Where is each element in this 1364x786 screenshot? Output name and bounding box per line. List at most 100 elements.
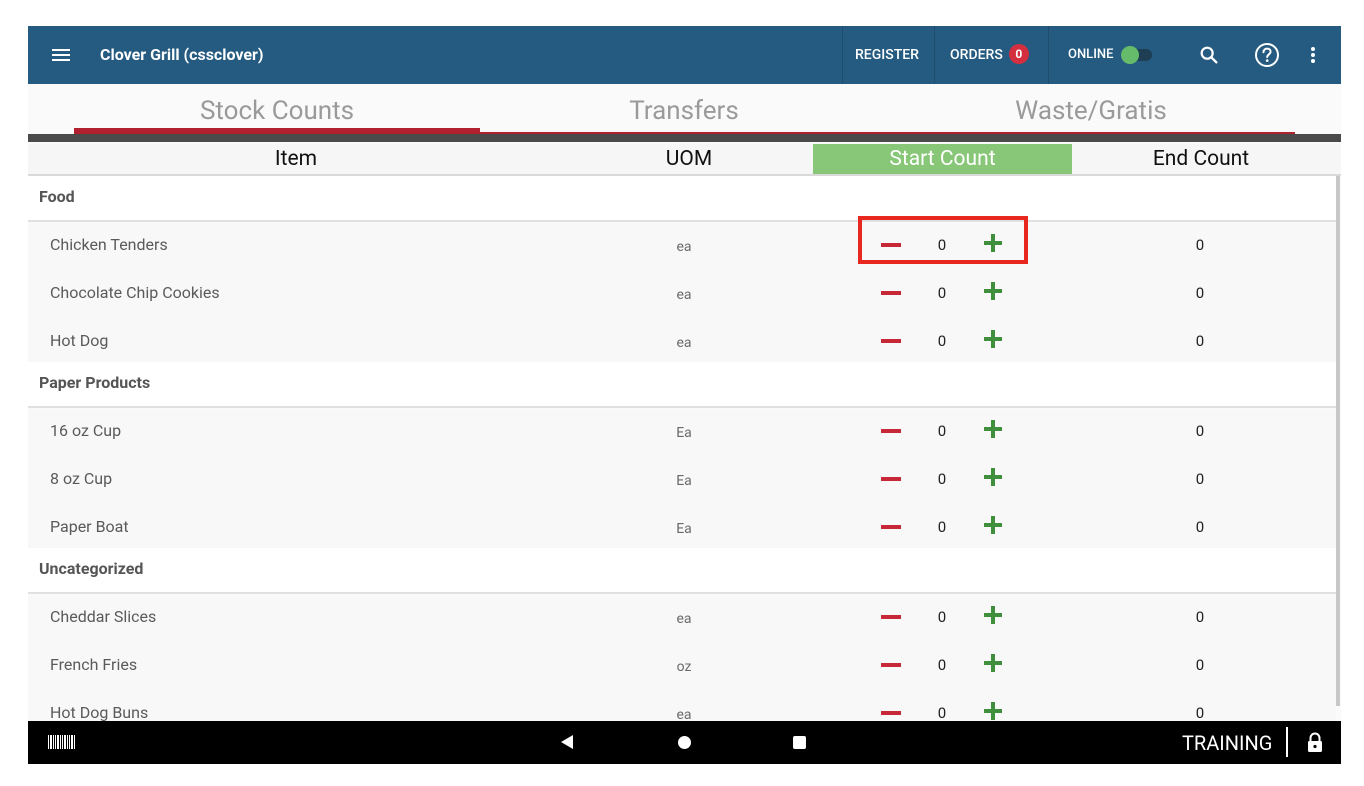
table-row: Paper Boat Ea 0 0 xyxy=(28,505,1336,553)
tab-transfers[interactable]: Transfers xyxy=(481,84,887,136)
section-title: Food xyxy=(39,187,75,206)
item-uom: ea xyxy=(676,707,692,721)
item-name: Cheddar Slices xyxy=(50,607,157,626)
system-nav-bar: TRAINING xyxy=(28,721,1341,764)
minus-icon[interactable] xyxy=(881,421,901,441)
minus-icon[interactable] xyxy=(881,607,901,627)
section-header-food: Food xyxy=(28,176,1336,222)
start-count-value[interactable]: 0 xyxy=(922,643,962,687)
divider xyxy=(1286,727,1288,757)
divider xyxy=(934,26,935,84)
start-count-value[interactable]: 0 xyxy=(922,223,962,267)
table-row: 8 oz Cup Ea 0 0 xyxy=(28,457,1336,505)
start-count-value[interactable]: 0 xyxy=(922,319,962,363)
menu-icon[interactable] xyxy=(52,49,70,62)
table-row: Chicken Tenders ea 0 0 xyxy=(28,223,1336,271)
orders-count-badge: 0 xyxy=(1008,44,1029,64)
item-name: Hot Dog Buns xyxy=(50,703,149,721)
table-row: 16 oz Cup Ea 0 0 xyxy=(28,409,1336,457)
plus-icon[interactable] xyxy=(984,234,1002,252)
item-uom: Ea xyxy=(676,425,692,441)
table-row: Chocolate Chip Cookies ea 0 0 xyxy=(28,271,1336,319)
item-name: Paper Boat xyxy=(50,517,129,536)
item-name: French Fries xyxy=(50,655,138,674)
more-vert-icon[interactable] xyxy=(1304,43,1322,67)
table-row: Hot Dog ea 0 0 xyxy=(28,319,1336,367)
plus-icon[interactable] xyxy=(984,606,1002,624)
minus-icon[interactable] xyxy=(881,469,901,489)
home-icon[interactable] xyxy=(678,736,691,749)
item-name: 8 oz Cup xyxy=(50,469,113,488)
column-item: Item xyxy=(274,147,318,171)
column-uom: UOM xyxy=(665,147,713,171)
help-icon[interactable] xyxy=(1254,42,1280,68)
end-count-value[interactable]: 0 xyxy=(1180,319,1220,363)
back-icon[interactable] xyxy=(561,735,573,749)
item-name: Chicken Tenders xyxy=(50,235,168,254)
online-toggle[interactable] xyxy=(1118,46,1156,64)
item-uom: ea xyxy=(676,611,692,627)
app-title: Clover Grill (cssclover) xyxy=(100,45,264,64)
start-count-value[interactable]: 0 xyxy=(922,505,962,549)
item-name: 16 oz Cup xyxy=(50,421,122,440)
divider xyxy=(842,26,843,84)
plus-icon[interactable] xyxy=(984,282,1002,300)
barcode-icon[interactable] xyxy=(48,735,76,749)
minus-icon[interactable] xyxy=(881,517,901,537)
plus-icon[interactable] xyxy=(984,420,1002,438)
table-row: Cheddar Slices ea 0 0 xyxy=(28,595,1336,643)
online-label: ONLINE xyxy=(1068,47,1114,62)
stock-count-list: Food Chicken Tenders ea 0 0 Chocolate Ch… xyxy=(28,176,1341,721)
column-end-count[interactable]: End Count xyxy=(1072,144,1330,174)
item-uom: ea xyxy=(676,335,692,351)
tab-waste-gratis[interactable]: Waste/Gratis xyxy=(888,84,1294,136)
scrollbar[interactable] xyxy=(1336,176,1340,706)
tab-bar: Stock Counts Transfers Waste/Gratis xyxy=(28,84,1341,144)
end-count-value[interactable]: 0 xyxy=(1180,271,1220,315)
end-count-value[interactable]: 0 xyxy=(1180,457,1220,501)
minus-icon[interactable] xyxy=(881,331,901,351)
register-button[interactable]: REGISTER xyxy=(855,26,919,84)
start-count-value[interactable]: 0 xyxy=(922,457,962,501)
end-count-value[interactable]: 0 xyxy=(1180,643,1220,687)
tab-bar-border xyxy=(28,134,1341,142)
item-name: Hot Dog xyxy=(50,331,109,350)
start-count-value[interactable]: 0 xyxy=(922,691,962,721)
plus-icon[interactable] xyxy=(984,516,1002,534)
section-header-paper-products: Paper Products xyxy=(28,362,1336,408)
plus-icon[interactable] xyxy=(984,654,1002,672)
start-count-value[interactable]: 0 xyxy=(922,271,962,315)
item-uom: oz xyxy=(676,659,692,675)
orders-label: ORDERS xyxy=(950,47,1003,63)
table-row: Hot Dog Buns ea 0 0 xyxy=(28,691,1336,721)
column-start-count[interactable]: Start Count xyxy=(813,144,1072,174)
end-count-value[interactable]: 0 xyxy=(1180,223,1220,267)
plus-icon[interactable] xyxy=(984,468,1002,486)
item-name: Chocolate Chip Cookies xyxy=(50,283,220,302)
lock-icon[interactable] xyxy=(1306,732,1324,752)
plus-icon[interactable] xyxy=(984,702,1002,720)
recents-icon[interactable] xyxy=(793,736,806,749)
section-title: Uncategorized xyxy=(39,559,144,578)
search-icon[interactable] xyxy=(1198,44,1220,66)
end-count-value[interactable]: 0 xyxy=(1180,595,1220,639)
item-uom: Ea xyxy=(676,521,692,537)
minus-icon[interactable] xyxy=(881,235,901,255)
training-label: TRAINING xyxy=(1182,731,1273,755)
item-uom: Ea xyxy=(676,473,692,489)
column-header: Item UOM Start Count End Count xyxy=(28,144,1341,176)
start-count-value[interactable]: 0 xyxy=(922,595,962,639)
minus-icon[interactable] xyxy=(881,655,901,675)
orders-button[interactable]: ORDERS 0 xyxy=(950,26,1029,84)
tab-stock-counts[interactable]: Stock Counts xyxy=(74,84,480,136)
start-count-value[interactable]: 0 xyxy=(922,409,962,453)
end-count-value[interactable]: 0 xyxy=(1180,691,1220,721)
minus-icon[interactable] xyxy=(881,283,901,303)
app-window: Clover Grill (cssclover) REGISTER ORDERS… xyxy=(28,26,1341,764)
plus-icon[interactable] xyxy=(984,330,1002,348)
top-app-bar: Clover Grill (cssclover) REGISTER ORDERS… xyxy=(28,26,1341,84)
end-count-value[interactable]: 0 xyxy=(1180,409,1220,453)
item-uom: ea xyxy=(676,239,692,255)
minus-icon[interactable] xyxy=(881,703,901,721)
end-count-value[interactable]: 0 xyxy=(1180,505,1220,549)
